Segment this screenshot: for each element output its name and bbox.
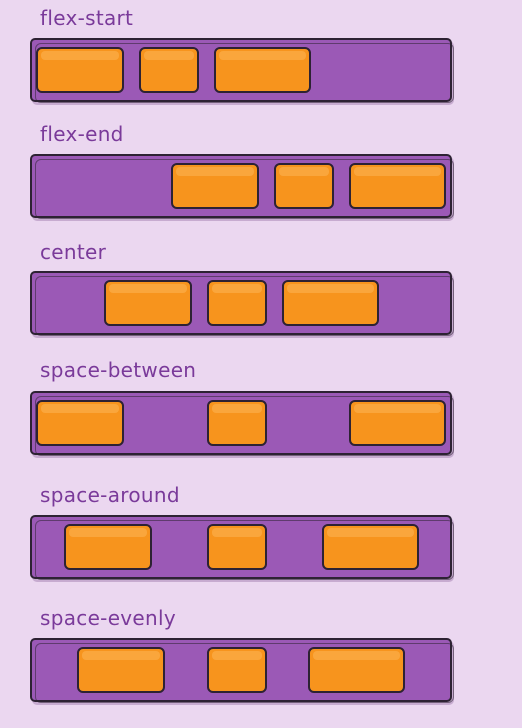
- example-label: flex-start: [40, 6, 134, 30]
- flex-item-2: [206, 400, 267, 446]
- flex-container: [30, 391, 454, 456]
- flex-container: [30, 271, 454, 336]
- example-space-around: space-around: [0, 483, 522, 587]
- flex-item-2: [206, 280, 267, 326]
- flex-item-1: [36, 47, 124, 93]
- flex-item-1: [171, 163, 259, 209]
- example-label: center: [40, 240, 107, 264]
- example-label: space-between: [40, 358, 197, 382]
- example-label: space-evenly: [40, 606, 177, 630]
- flex-container: [30, 154, 454, 219]
- flex-container: [30, 38, 454, 103]
- flex-item-1: [63, 524, 152, 570]
- flexbox-justify-content-diagram: flex-start flex-end center space-between: [0, 0, 522, 728]
- example-center: center: [0, 240, 522, 344]
- flex-item-3: [321, 524, 419, 570]
- flex-item-3: [214, 47, 311, 93]
- example-label: space-around: [40, 483, 180, 507]
- flex-container: [30, 638, 454, 703]
- example-flex-end: flex-end: [0, 122, 522, 226]
- flex-item-3: [281, 280, 379, 326]
- example-space-between: space-between: [0, 358, 522, 462]
- flex-item-1: [36, 400, 124, 446]
- flex-item-2: [139, 47, 199, 93]
- flex-item-2: [274, 163, 334, 209]
- flex-item-3: [307, 647, 405, 693]
- example-space-evenly: space-evenly: [0, 606, 522, 710]
- flex-item-3: [349, 163, 446, 209]
- flex-item-2: [206, 647, 267, 693]
- flex-item-1: [103, 280, 192, 326]
- flex-item-1: [77, 647, 166, 693]
- example-label: flex-end: [40, 122, 124, 146]
- example-flex-start: flex-start: [0, 6, 522, 110]
- flex-item-3: [349, 400, 446, 446]
- flex-container: [30, 515, 454, 580]
- flex-item-2: [206, 524, 267, 570]
